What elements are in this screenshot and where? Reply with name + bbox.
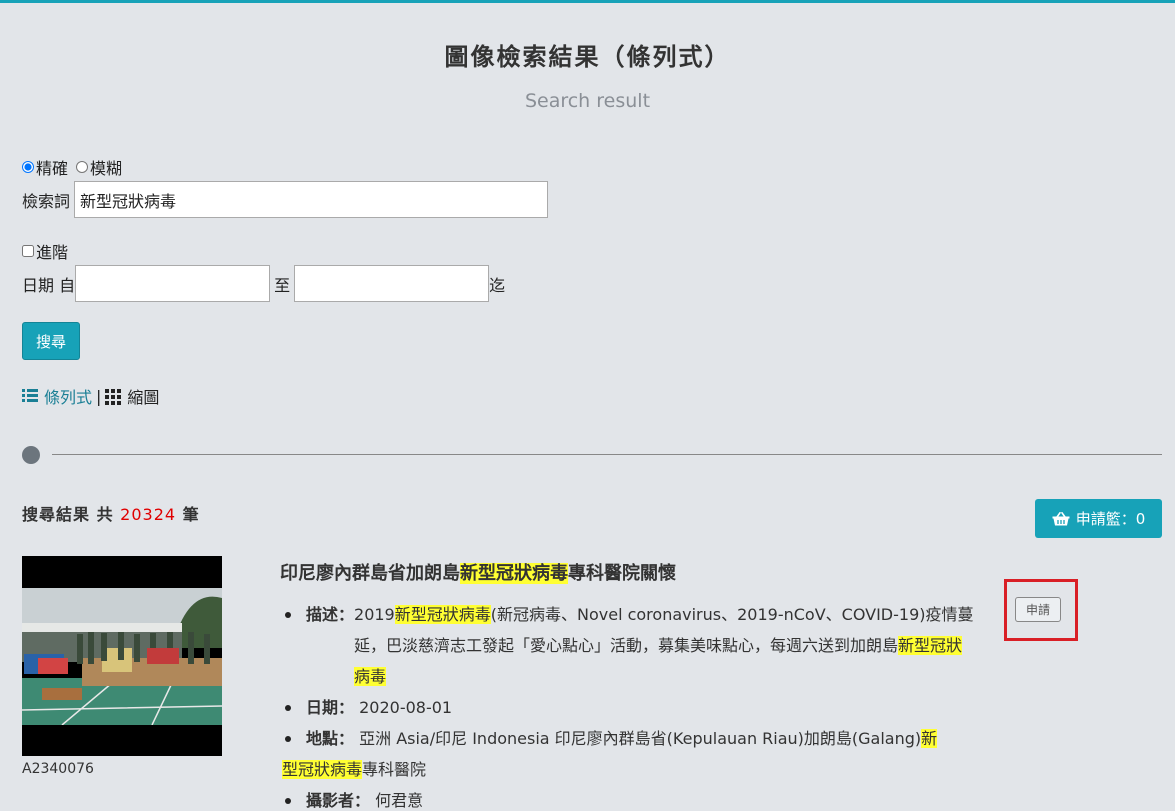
result-fields: 描述：2019新型冠狀病毒(新冠病毒、Novel coronavirus、201…	[282, 599, 1002, 811]
result-title[interactable]: 印尼廖內群島省加朗島新型冠狀病毒專科醫院關懷	[280, 559, 676, 585]
date-from-input[interactable]	[75, 265, 271, 302]
result-count-number: 20324	[120, 505, 177, 524]
mode-fuzzy-radio[interactable]	[76, 161, 89, 173]
view-separator: |	[96, 386, 102, 406]
result-count-suffix: 筆	[182, 505, 200, 524]
search-mode-group: 精確 模糊	[22, 155, 130, 179]
apply-basket-button[interactable]: 申請籃：0	[1035, 499, 1162, 538]
view-list-label: 條列式	[44, 388, 93, 407]
desc-part-a: 2019	[354, 605, 395, 624]
mode-exact-option[interactable]: 精確	[22, 155, 68, 179]
loc-highlight-a: 新	[921, 729, 938, 748]
keyword-row: 檢索詞	[22, 181, 549, 218]
date-key: 日期：	[306, 698, 355, 717]
loc-part-b: 專科醫院	[362, 760, 427, 779]
advanced-option[interactable]: 進階	[22, 239, 68, 263]
photographer-key: 攝影者：	[306, 791, 371, 810]
advanced-checkbox[interactable]	[22, 245, 34, 257]
mode-exact-radio[interactable]	[22, 161, 34, 173]
keyword-label: 檢索詞	[22, 191, 71, 211]
apply-basket-label: 申請籃：0	[1075, 510, 1146, 528]
divider-line	[52, 454, 1162, 455]
field-description: 描述：2019新型冠狀病毒(新冠病毒、Novel coronavirus、201…	[282, 599, 1002, 692]
divider-dot	[22, 446, 40, 464]
date-value: 2020-08-01	[359, 698, 453, 717]
basket-icon	[1052, 511, 1070, 525]
result-title-highlight: 新型冠狀病毒	[460, 563, 568, 584]
date-end-label: 迄	[489, 275, 506, 295]
date-to-input[interactable]	[294, 265, 490, 302]
result-count-prefix: 搜尋結果 共	[22, 505, 114, 524]
page-title: 圖像檢索結果（條列式）	[444, 43, 731, 71]
field-photographer: 攝影者： 何君意	[282, 785, 1002, 811]
date-range-row: 日期 自 至 迄	[22, 265, 505, 302]
date-to-label: 至	[274, 275, 291, 295]
loc-key: 地點：	[306, 729, 355, 748]
loc-highlight-b: 型冠狀病毒	[282, 760, 363, 779]
advanced-label: 進階	[36, 243, 69, 262]
mode-fuzzy-option[interactable]: 模糊	[76, 155, 122, 179]
field-date: 日期： 2020-08-01	[282, 692, 1002, 723]
result-id: A2340076	[22, 761, 94, 777]
desc-value: 2019新型冠狀病毒(新冠病毒、Novel coronavirus、2019-n…	[354, 599, 974, 692]
view-list-link[interactable]: 條列式	[22, 384, 92, 408]
grid-icon	[105, 389, 122, 405]
keyword-input[interactable]	[74, 181, 549, 218]
loc-part-a: 亞洲 Asia/印尼 Indonesia 印尼廖內群島省(Kepulauan R…	[359, 729, 922, 748]
mode-exact-label: 精確	[36, 159, 69, 178]
list-icon	[22, 389, 38, 403]
result-count: 搜尋結果 共 20324 筆	[22, 501, 200, 525]
apply-button[interactable]: 申請	[1015, 597, 1061, 622]
page-subtitle: Search result	[524, 90, 651, 112]
view-grid-link[interactable]: 縮圖	[105, 384, 159, 408]
photographer-value: 何君意	[375, 791, 424, 810]
result-title-part-a: 印尼廖內群島省加朗島	[280, 563, 460, 584]
desc-highlight-1: 新型冠狀病毒	[394, 605, 491, 624]
result-title-part-b: 專科醫院關懷	[568, 563, 676, 584]
result-photo	[22, 588, 222, 725]
date-from-label: 日期 自	[22, 275, 76, 295]
mode-fuzzy-label: 模糊	[90, 159, 123, 178]
result-thumbnail[interactable]	[22, 556, 222, 756]
view-switcher: 條列式 | 縮圖	[22, 384, 159, 408]
search-button[interactable]: 搜尋	[22, 322, 80, 360]
desc-key: 描述：	[306, 605, 355, 624]
field-location: 地點： 亞洲 Asia/印尼 Indonesia 印尼廖內群島省(Kepulau…	[282, 723, 1002, 785]
view-grid-label: 縮圖	[127, 388, 160, 407]
